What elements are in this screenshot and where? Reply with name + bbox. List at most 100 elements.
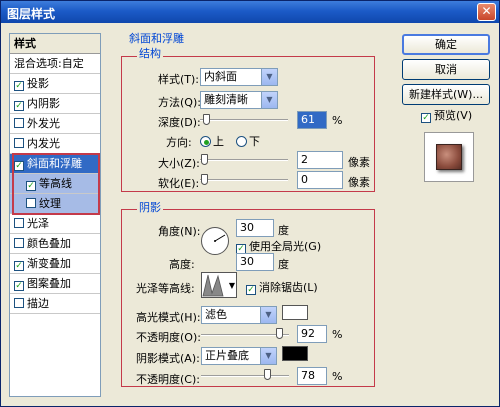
new-style-button[interactable]: 新建样式(W)...	[402, 84, 490, 105]
highlight-opacity-input[interactable]: 92	[297, 325, 327, 343]
style-item-satin[interactable]: 光泽	[10, 214, 100, 234]
style-item-label: 内发光	[27, 137, 60, 150]
shadow-opacity-track[interactable]	[201, 375, 289, 377]
style-select[interactable]: 内斜面 ▼	[200, 68, 278, 86]
highlight-opacity-label: 不透明度(O):	[136, 331, 201, 344]
technique-select[interactable]: 雕刻清晰 ▼	[200, 91, 278, 109]
selection-highlight-frame	[12, 153, 100, 215]
style-item-label: 光泽	[27, 217, 49, 230]
shadow-opacity-label: 不透明度(C):	[136, 373, 200, 386]
altitude-unit: 度	[278, 258, 289, 271]
style-item-stroke[interactable]: 描边	[10, 294, 100, 314]
soften-slider-track[interactable]	[200, 179, 288, 181]
ok-button[interactable]: 确定	[402, 34, 490, 55]
chevron-down-icon: ▼	[261, 92, 277, 108]
technique-select-value: 雕刻清晰	[204, 93, 248, 106]
highlight-mode-value: 滤色	[205, 308, 227, 321]
checkbox-checked-icon[interactable]: ✓	[421, 113, 431, 123]
preview-label: 预览(V)	[434, 109, 473, 122]
anti-alias-checkbox[interactable]: ✓ 消除锯齿(L)	[246, 279, 318, 295]
checkbox-outer-glow[interactable]	[14, 118, 24, 128]
highlight-color-swatch[interactable]	[282, 305, 308, 320]
size-input[interactable]: 2	[297, 151, 343, 169]
checkbox-drop-shadow[interactable]: ✓	[14, 81, 24, 91]
style-item-label: 颜色叠加	[27, 237, 71, 250]
style-item-gradient-overlay[interactable]: ✓ 渐变叠加	[10, 254, 100, 274]
soften-input[interactable]: 0	[297, 171, 343, 189]
checkbox-color-overlay[interactable]	[14, 238, 24, 248]
angle-unit: 度	[278, 224, 289, 237]
style-item-label: 投影	[27, 77, 49, 90]
checkbox-satin[interactable]	[14, 218, 24, 228]
size-label: 大小(Z):	[158, 157, 200, 170]
angle-label: 角度(N):	[158, 225, 201, 238]
style-label: 样式(T):	[158, 73, 200, 86]
checkbox-stroke[interactable]	[14, 298, 24, 308]
angle-input[interactable]: 30	[236, 219, 274, 237]
structure-title: 结构	[137, 45, 163, 61]
soften-slider-thumb[interactable]	[201, 174, 208, 185]
altitude-label: 高度:	[169, 258, 195, 271]
cancel-button[interactable]: 取消	[402, 59, 490, 80]
shadow-opacity-input[interactable]: 78	[297, 367, 327, 385]
blend-options-item[interactable]: 混合选项:自定	[10, 54, 100, 74]
size-unit: 像素	[348, 156, 370, 169]
soften-unit: 像素	[348, 176, 370, 189]
depth-slider-thumb[interactable]	[203, 114, 210, 125]
preview-checkbox[interactable]: ✓ 预览(V)	[421, 107, 472, 123]
style-item-inner-shadow[interactable]: ✓ 内阴影	[10, 94, 100, 114]
style-list-header[interactable]: 样式	[10, 34, 100, 54]
checkbox-inner-glow[interactable]	[14, 138, 24, 148]
checkbox-inner-shadow[interactable]: ✓	[14, 101, 24, 111]
shadow-mode-select[interactable]: 正片叠底 ▼	[201, 347, 277, 365]
direction-label: 方向:	[166, 136, 192, 149]
altitude-input[interactable]: 30	[236, 253, 274, 271]
direction-up-label: 上	[213, 135, 224, 148]
style-item-outer-glow[interactable]: 外发光	[10, 114, 100, 134]
layer-style-dialog: 图层样式 ✕ 样式 混合选项:自定 ✓ 投影 ✓ 内阴影 外发光 内发光 ✓ 斜面和浮…	[0, 0, 500, 407]
window-title: 图层样式	[7, 7, 56, 21]
highlight-opacity-thumb[interactable]	[275, 328, 283, 339]
depth-input[interactable]: 61	[297, 111, 327, 129]
checkbox-pattern-overlay[interactable]: ✓	[14, 281, 24, 291]
preview-sample	[436, 144, 462, 170]
global-light-label: 使用全局光(G)	[249, 240, 322, 253]
checkbox-gradient-overlay[interactable]: ✓	[14, 261, 24, 271]
checkbox-checked-icon[interactable]: ✓	[246, 285, 256, 295]
soften-label: 软化(E):	[158, 177, 200, 190]
close-button[interactable]: ✕	[477, 3, 496, 21]
direction-down-radio[interactable]: 下	[236, 133, 260, 149]
style-item-label: 描边	[27, 297, 49, 310]
shadow-color-swatch[interactable]	[282, 346, 308, 361]
style-item-color-overlay[interactable]: 颜色叠加	[10, 234, 100, 254]
style-item-pattern-overlay[interactable]: ✓ 图案叠加	[10, 274, 100, 294]
style-list: 样式 混合选项:自定 ✓ 投影 ✓ 内阴影 外发光 内发光 ✓ 斜面和浮雕 ✓ 等高线 …	[9, 33, 101, 397]
chevron-down-icon: ▼	[228, 281, 235, 290]
highlight-opacity-unit: %	[332, 328, 343, 341]
style-item-label: 内阴影	[27, 97, 60, 110]
shading-title: 阴影	[137, 199, 163, 215]
bevel-section-title: 斜面和浮雕	[129, 32, 184, 45]
angle-dial[interactable]	[201, 227, 229, 255]
global-light-checkbox[interactable]: ✓ 使用全局光(G)	[236, 238, 321, 254]
gloss-contour-label: 光泽等高线:	[136, 282, 195, 295]
anti-alias-label: 消除锯齿(L)	[259, 281, 318, 294]
radio-on-icon[interactable]	[200, 136, 211, 147]
shadow-mode-value: 正片叠底	[205, 349, 249, 362]
depth-slider-track[interactable]	[200, 119, 288, 121]
size-slider-thumb[interactable]	[201, 154, 208, 165]
style-item-drop-shadow[interactable]: ✓ 投影	[10, 74, 100, 94]
chevron-down-icon: ▼	[260, 307, 276, 323]
direction-up-radio[interactable]: 上	[200, 133, 224, 149]
shadow-opacity-thumb[interactable]	[264, 369, 272, 380]
style-select-value: 内斜面	[204, 70, 237, 83]
highlight-mode-label: 高光模式(H):	[136, 311, 201, 324]
style-item-label: 外发光	[27, 117, 60, 130]
shadow-opacity-unit: %	[332, 370, 343, 383]
gloss-contour-picker[interactable]: ▼	[201, 272, 237, 298]
style-item-inner-glow[interactable]: 内发光	[10, 134, 100, 154]
radio-off-icon[interactable]	[236, 136, 247, 147]
size-slider-track[interactable]	[200, 159, 288, 161]
title-bar[interactable]: 图层样式 ✕	[1, 1, 499, 23]
highlight-mode-select[interactable]: 滤色 ▼	[201, 306, 277, 324]
